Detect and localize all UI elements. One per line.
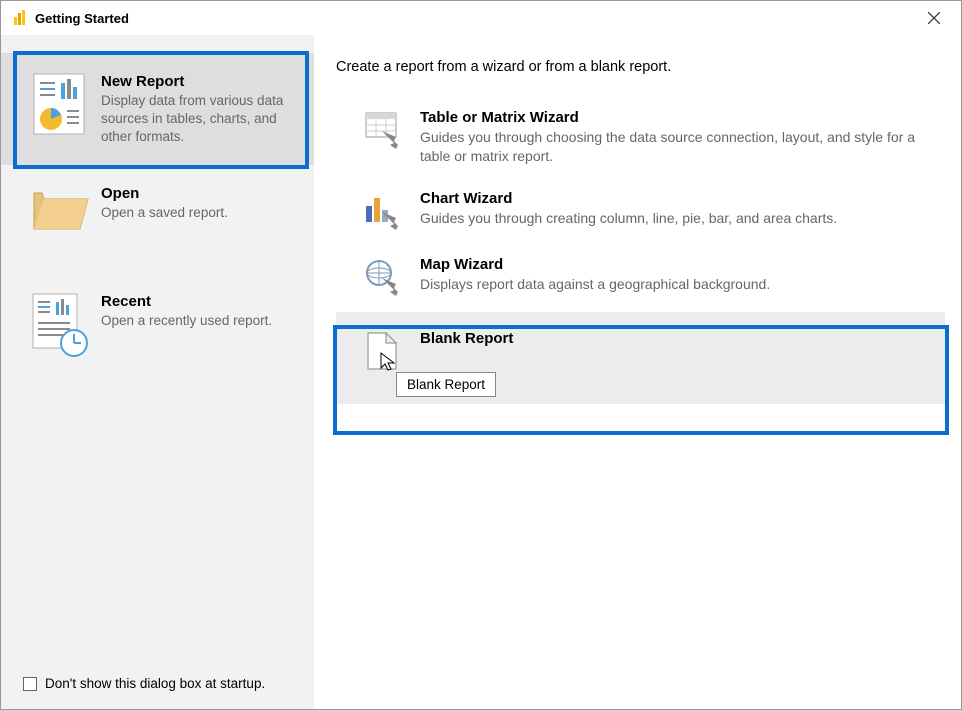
option-title: Blank Report [420,330,513,347]
startup-checkbox[interactable] [23,677,37,691]
sidebar-item-new-report[interactable]: New Report Display data from various dat… [1,53,314,165]
option-table-matrix-wizard[interactable]: Table or Matrix Wizard Guides you throug… [336,99,945,180]
startup-checkbox-label: Don't show this dialog box at startup. [45,676,265,691]
table-matrix-icon [362,109,404,151]
sidebar-item-desc: Display data from various data sources i… [101,92,298,147]
sidebar-item-recent[interactable]: Recent Open a recently used report. [1,273,314,381]
sidebar-item-open[interactable]: Open Open a saved report. [1,165,314,273]
option-desc: Displays report data against a geographi… [420,275,770,294]
option-chart-wizard[interactable]: Chart Wizard Guides you through creating… [336,180,945,246]
app-icon [11,10,27,26]
sidebar-item-desc: Open a saved report. [101,204,228,222]
sidebar: New Report Display data from various dat… [1,35,314,709]
option-desc: Guides you through choosing the data sou… [420,128,933,166]
new-report-icon [29,73,93,143]
cursor-icon [380,352,398,372]
option-title: Map Wizard [420,256,770,273]
map-wizard-icon [362,256,404,298]
close-button[interactable] [917,1,951,35]
chart-wizard-icon [362,190,404,232]
tooltip: Blank Report [396,372,496,397]
content-heading: Create a report from a wizard or from a … [336,59,945,75]
main-area: New Report Display data from various dat… [1,35,961,709]
titlebar: Getting Started [1,1,961,35]
option-map-wizard[interactable]: Map Wizard Displays report data against … [336,246,945,312]
blank-report-icon [362,330,404,372]
content-pane: Create a report from a wizard or from a … [314,35,961,709]
option-title: Chart Wizard [420,190,837,207]
open-folder-icon [29,185,93,255]
footer: Don't show this dialog box at startup. [1,658,314,709]
option-desc: Guides you through creating column, line… [420,209,837,228]
sidebar-item-desc: Open a recently used report. [101,312,272,330]
sidebar-item-title: Open [101,185,228,202]
close-icon [928,12,940,24]
recent-icon [29,293,93,363]
option-blank-report[interactable]: Blank Report Blank Report [336,312,945,404]
sidebar-item-title: New Report [101,73,298,90]
option-title: Table or Matrix Wizard [420,109,933,126]
sidebar-item-title: Recent [101,293,272,310]
window-title: Getting Started [35,11,129,26]
